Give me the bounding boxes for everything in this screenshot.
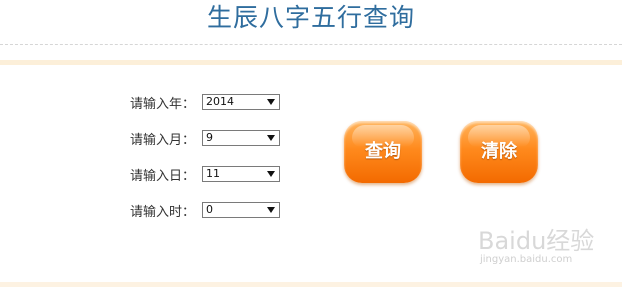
title-divider (0, 44, 622, 45)
year-label: 请输入年： (130, 96, 196, 112)
page-title: 生辰八字五行查询 (206, 3, 415, 32)
hour-select[interactable]: 0 (202, 202, 280, 218)
year-row: 请输入年： 2014 (130, 91, 280, 113)
month-label: 请输入月： (130, 132, 196, 148)
dropdown-arrow-icon (267, 171, 275, 177)
day-label: 请输入日： (130, 168, 196, 184)
baidu-jingyan-watermark: Baidu经验 jingyan.baidu.com (478, 228, 618, 278)
dropdown-arrow-icon (267, 99, 275, 105)
watermark-brand: Baidu经验 (478, 227, 595, 255)
dropdown-arrow-icon (267, 207, 275, 213)
day-row: 请输入日： 11 (130, 163, 280, 185)
panel-bottom-border (0, 282, 622, 287)
query-button[interactable]: 查询 (344, 121, 422, 183)
day-select-value: 11 (206, 167, 220, 180)
clear-button[interactable]: 清除 (460, 121, 538, 183)
hour-label: 请输入时： (130, 204, 196, 220)
watermark-url: jingyan.baidu.com (480, 254, 573, 265)
dropdown-arrow-icon (267, 135, 275, 141)
day-select[interactable]: 11 (202, 166, 280, 182)
month-select-value: 9 (206, 131, 213, 144)
month-select[interactable]: 9 (202, 130, 280, 146)
year-select[interactable]: 2014 (202, 94, 280, 110)
year-select-value: 2014 (206, 95, 234, 108)
hour-row: 请输入时： 0 (130, 199, 280, 221)
month-row: 请输入月： 9 (130, 127, 280, 149)
hour-select-value: 0 (206, 203, 213, 216)
